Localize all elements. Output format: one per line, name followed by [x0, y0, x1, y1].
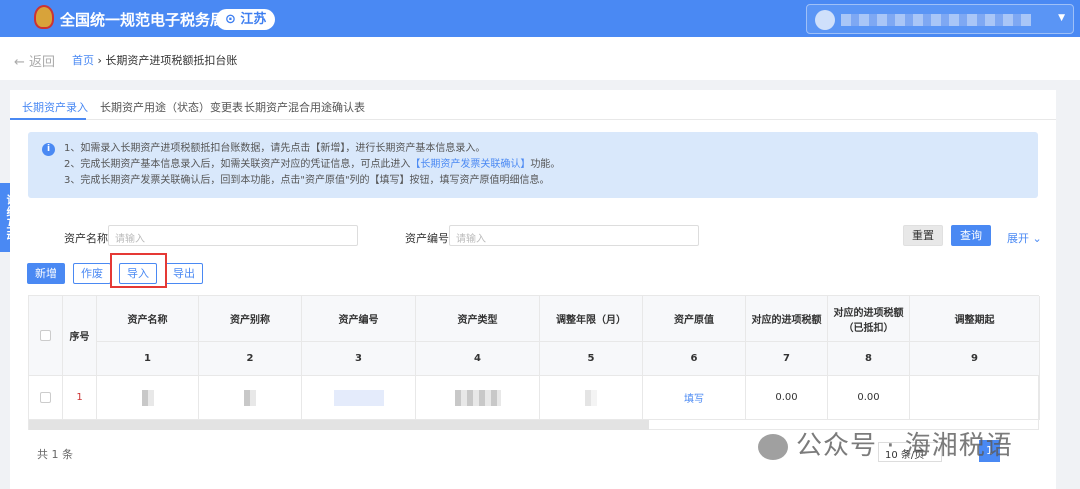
watermark-text: 公众号 · 海湘税语 — [796, 431, 1013, 461]
add-button[interactable]: 新增 — [27, 263, 65, 284]
th-asset-type: 资产类型 — [416, 296, 540, 342]
th-asset-code: 资产编号 — [302, 296, 416, 342]
watermark: 公众号 · 海湘税语 — [758, 425, 1013, 462]
tab-usage-change[interactable]: 长期资产用途（状态）变更表 — [100, 99, 243, 115]
highlight-box — [110, 253, 167, 288]
info-line-2: 2、完成长期资产基本信息录入后，如需关联资产对应的凭证信息，可点此进入【长期资产… — [64, 157, 1038, 173]
total-count: 共 1 条 — [37, 448, 73, 461]
fill-original-value-link[interactable]: 填写 — [643, 376, 746, 420]
province-selector[interactable]: ⊙ 江苏 — [216, 9, 276, 30]
input-tax-deducted-cell: 0.00 — [828, 376, 910, 420]
row-index: 1 — [63, 376, 97, 420]
tab-bar: 长期资产录入 长期资产用途（状态）变更表 长期资产混合用途确认表 — [10, 90, 1056, 120]
asset-name-cell — [97, 376, 199, 420]
asset-code-cell — [302, 376, 416, 420]
info-line-2-text: 2、完成长期资产基本信息录入后，如需关联资产对应的凭证信息，可点此进入 — [64, 159, 411, 170]
asset-name-label: 资产名称 — [64, 232, 108, 245]
col-number: 7 — [746, 342, 828, 376]
redacted-value — [244, 389, 256, 406]
horizontal-scrollbar[interactable] — [29, 420, 649, 430]
breadcrumb: 首页 › 长期资产进项税额抵扣台账 — [72, 54, 238, 67]
th-index: 序号 — [63, 296, 97, 376]
breadcrumb-bar: ← 返回 首页 › 长期资产进项税额抵扣台账 — [0, 37, 1080, 80]
chevron-down-icon: ▼ — [1058, 13, 1065, 23]
asset-name-input[interactable]: 请输入 — [108, 225, 358, 246]
col-number: 4 — [416, 342, 540, 376]
info-line-1: 1、如需录入长期资产进项税额抵扣台账数据，请先点击【新增】，进行长期资产基本信息… — [64, 143, 486, 154]
active-tab-indicator — [10, 118, 86, 120]
avatar — [815, 10, 835, 30]
top-header: 全国统一规范电子税务局 ⊙ 江苏 ▼ — [0, 0, 1080, 37]
th-adjust-period: 调整年限（月） — [540, 296, 643, 342]
th-asset-alias: 资产别称 — [199, 296, 302, 342]
site-title: 全国统一规范电子税务局 — [60, 11, 226, 29]
select-all-cell — [29, 296, 63, 376]
col-number: 8 — [828, 342, 910, 376]
asset-code-input[interactable]: 请输入 — [449, 225, 699, 246]
th-original-value: 资产原值 — [643, 296, 746, 342]
col-number: 9 — [910, 342, 1040, 376]
info-line-2-end: 功能。 — [530, 159, 561, 170]
export-button[interactable]: 导出 — [165, 263, 203, 284]
col-number: 6 — [643, 342, 746, 376]
tab-asset-entry[interactable]: 长期资产录入 — [22, 99, 88, 115]
th-asset-name: 资产名称 — [97, 296, 199, 342]
reset-button[interactable]: 重置 — [903, 225, 943, 246]
info-icon: i — [42, 143, 55, 156]
col-number: 2 — [199, 342, 302, 376]
redacted-value — [333, 389, 384, 406]
select-all-checkbox[interactable] — [40, 330, 51, 341]
info-line-3: 3、完成长期资产发票关联确认后，回到本功能，点击"资产原值"列的【填写】按钮，填… — [64, 175, 550, 186]
expand-toggle[interactable]: 展开 ⌄ — [1007, 230, 1042, 246]
tax-emblem-logo — [34, 5, 54, 29]
redacted-value — [141, 389, 154, 406]
asset-alias-cell — [199, 376, 302, 420]
asset-table: 序号 资产名称 资产别称 资产编号 资产类型 调整年限（月） 资产原值 对应的进… — [28, 295, 1040, 430]
col-number: 5 — [540, 342, 643, 376]
back-button[interactable]: ← 返回 — [14, 51, 55, 70]
tab-mixed-use[interactable]: 长期资产混合用途确认表 — [244, 99, 365, 115]
col-number: 1 — [97, 342, 199, 376]
province-label: 江苏 — [240, 12, 267, 27]
redacted-value — [454, 389, 501, 406]
col-number: 3 — [302, 342, 416, 376]
adjust-start-cell — [910, 376, 1040, 420]
th-input-tax: 对应的进项税额 — [746, 296, 828, 342]
breadcrumb-current: 长期资产进项税额抵扣台账 — [105, 54, 238, 67]
input-tax-cell: 0.00 — [746, 376, 828, 420]
redacted-value — [585, 389, 597, 406]
asset-type-cell — [416, 376, 540, 420]
th-adjust-start: 调整期起 — [910, 296, 1040, 342]
row-select-cell — [29, 376, 63, 420]
asset-code-label: 资产编号 — [405, 232, 449, 245]
user-menu[interactable]: ▼ — [806, 4, 1074, 34]
th-input-tax-deducted: 对应的进项税额（已抵扣） — [828, 296, 910, 342]
user-name-redacted — [841, 14, 1031, 26]
row-checkbox[interactable] — [40, 392, 51, 403]
wechat-icon — [758, 433, 788, 460]
adjust-period-cell — [540, 376, 643, 420]
breadcrumb-home[interactable]: 首页 — [72, 54, 94, 67]
query-button[interactable]: 查询 — [951, 225, 991, 246]
location-icon: ⊙ — [225, 12, 241, 27]
invoice-link[interactable]: 【长期资产发票关联确认】 — [410, 159, 530, 170]
void-button[interactable]: 作废 — [73, 263, 111, 284]
back-label: 返回 — [29, 55, 56, 70]
info-notice: i 1、如需录入长期资产进项税额抵扣台账数据，请先点击【新增】，进行长期资产基本… — [28, 132, 1038, 198]
arrow-left-icon: ← — [14, 55, 30, 70]
